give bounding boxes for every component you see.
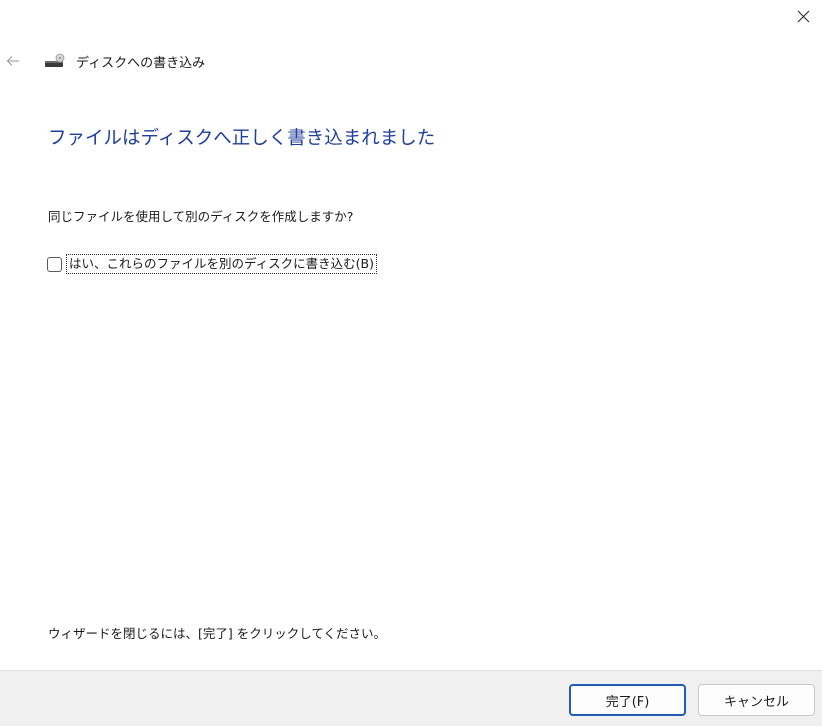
close-button[interactable] — [790, 4, 816, 30]
write-another-disc-label[interactable]: はい、これらのファイルを別のディスクに書き込む(B) — [66, 254, 377, 274]
question-text: 同じファイルを使用して別のディスクを作成しますか? — [48, 209, 354, 224]
close-icon — [797, 8, 810, 27]
write-another-disc-checkbox[interactable] — [47, 256, 62, 272]
page-title: ファイルはディスクへ正しく書き込まれました — [48, 128, 436, 149]
disc-drive-icon — [44, 53, 68, 69]
wizard-title: ディスクへの書き込み — [76, 55, 206, 71]
back-button[interactable] — [2, 50, 24, 72]
write-another-disc-option[interactable]: はい、これらのファイルを別のディスクに書き込む(B) — [47, 253, 377, 275]
wizard-header: ディスクへの書き込み — [44, 49, 205, 73]
close-instruction-text: ウィザードを閉じるには、[完了] をクリックしてください。 — [48, 626, 386, 641]
back-arrow-icon — [6, 52, 20, 71]
cancel-button[interactable]: キャンセル — [698, 684, 815, 716]
finish-button[interactable]: 完了(F) — [569, 684, 686, 716]
button-bar: 完了(F) キャンセル — [0, 670, 822, 726]
